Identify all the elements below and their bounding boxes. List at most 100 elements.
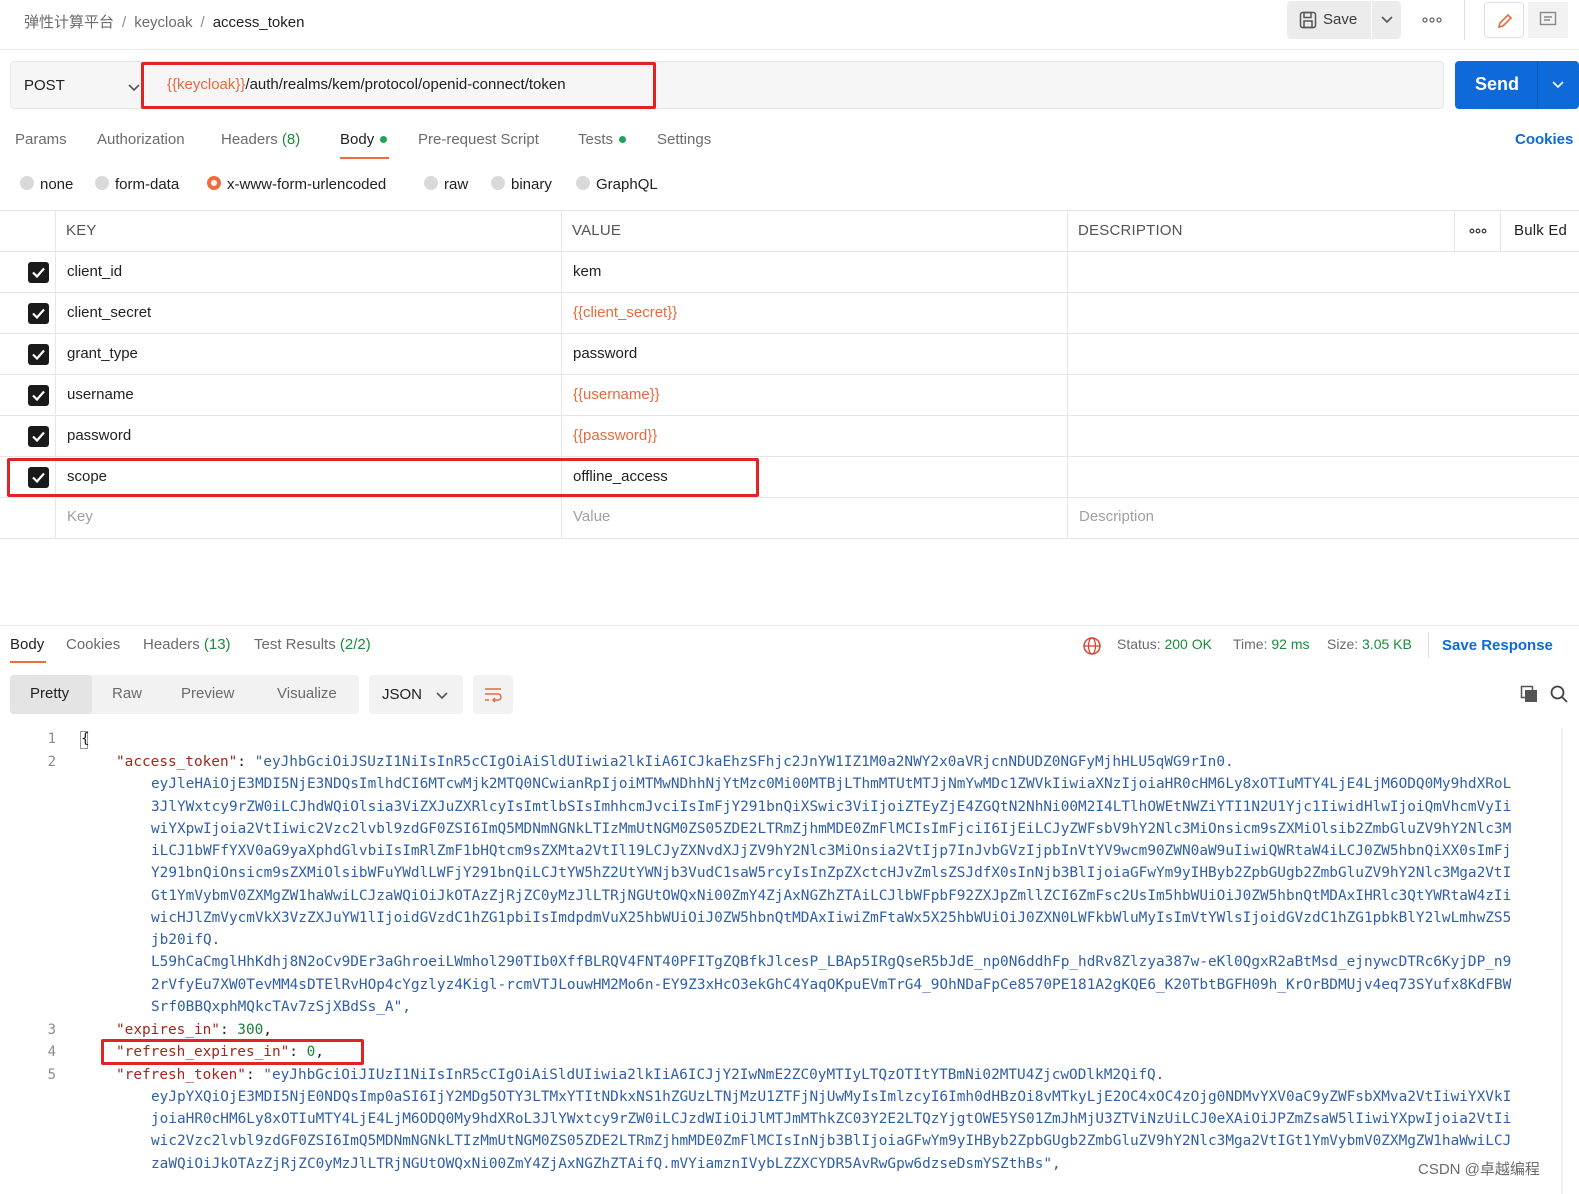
param-value[interactable]: {{client_secret}} bbox=[573, 304, 677, 321]
wrap-lines-button[interactable] bbox=[473, 675, 513, 714]
column-header-value: VALUE bbox=[572, 222, 622, 239]
divider bbox=[1371, 1, 1372, 39]
breadcrumb-request[interactable]: access_token bbox=[213, 14, 305, 31]
breadcrumb-separator: / bbox=[122, 14, 127, 31]
json-string: "eyJhbGciOiJIUzI1NiIsInR5cCIgOiAiSldUIiw… bbox=[263, 1067, 1165, 1083]
status-label: Status: bbox=[1117, 636, 1161, 652]
response-tab-headers-label: Headers bbox=[143, 636, 200, 653]
chevron-down-icon[interactable] bbox=[127, 80, 141, 98]
table-row bbox=[0, 415, 1579, 456]
more-options-icon[interactable] bbox=[1468, 224, 1488, 242]
chevron-down-icon[interactable] bbox=[1380, 12, 1394, 30]
response-size: Size: 3.05 KB bbox=[1327, 636, 1412, 652]
cookies-link[interactable]: Cookies bbox=[1515, 131, 1573, 148]
search-icon[interactable] bbox=[1549, 684, 1569, 708]
response-tab-tests-label: Test Results bbox=[254, 636, 336, 653]
row-checkbox[interactable] bbox=[28, 344, 49, 365]
code-line-wrap: 3JlYWxtcy9rZW0iLCJhdWQiOlsia3ViZXJuZXRlc… bbox=[151, 799, 1512, 815]
radio-graphql[interactable]: GraphQL bbox=[576, 176, 658, 193]
format-label: JSON bbox=[382, 686, 423, 703]
response-tab-headers-count: (13) bbox=[203, 636, 231, 653]
row-checkbox[interactable] bbox=[28, 426, 49, 447]
param-value[interactable]: password bbox=[573, 345, 637, 362]
param-key[interactable]: grant_type bbox=[67, 345, 138, 362]
json-colon: : bbox=[237, 754, 255, 770]
status-value: 200 OK bbox=[1164, 636, 1212, 652]
response-status: Status: 200 OK bbox=[1117, 636, 1212, 652]
param-key[interactable]: username bbox=[67, 386, 134, 403]
globe-network-icon[interactable] bbox=[1082, 636, 1102, 660]
param-key[interactable]: client_secret bbox=[67, 304, 151, 321]
view-visualize-button[interactable]: Visualize bbox=[277, 685, 337, 702]
status-dot bbox=[380, 135, 388, 143]
response-tab-test-results[interactable]: Test Results (2/2) bbox=[254, 636, 371, 653]
highlight-box bbox=[141, 62, 656, 109]
radio-label: x-www-form-urlencoded bbox=[227, 176, 387, 193]
new-description-input[interactable]: Description bbox=[1079, 508, 1154, 525]
row-checkbox[interactable] bbox=[28, 262, 49, 283]
row-checkbox[interactable] bbox=[28, 385, 49, 406]
column-divider bbox=[1067, 210, 1068, 538]
copy-icon[interactable] bbox=[1519, 684, 1539, 708]
tab-tests[interactable]: Tests bbox=[578, 131, 627, 148]
response-tab-cookies[interactable]: Cookies bbox=[66, 636, 120, 653]
radio-form-data[interactable]: form-data bbox=[95, 176, 179, 193]
response-tab-body[interactable]: Body bbox=[10, 636, 44, 653]
json-key: "expires_in" bbox=[116, 1022, 220, 1038]
line-number: 4 bbox=[47, 1044, 56, 1060]
save-response-button[interactable]: Save Response bbox=[1442, 637, 1553, 654]
response-body-code[interactable]: 1 { 2 "access_token": "eyJhbGciOiJSUzI1N… bbox=[0, 728, 1579, 1194]
tab-params[interactable]: Params bbox=[15, 131, 67, 148]
table-row bbox=[0, 333, 1579, 374]
table-row bbox=[0, 374, 1579, 415]
new-value-input[interactable]: Value bbox=[573, 508, 610, 525]
send-button[interactable]: Send bbox=[1455, 61, 1579, 109]
param-value[interactable]: {{password}} bbox=[573, 427, 657, 444]
param-key[interactable]: password bbox=[67, 427, 131, 444]
save-button[interactable]: Save bbox=[1287, 1, 1401, 39]
tab-body[interactable]: Body bbox=[340, 131, 388, 148]
view-pretty-button[interactable]: Pretty bbox=[30, 685, 69, 702]
format-select[interactable]: JSON bbox=[369, 675, 463, 714]
edit-button[interactable] bbox=[1484, 2, 1524, 38]
radio-urlencoded[interactable]: x-www-form-urlencoded bbox=[207, 176, 386, 193]
breadcrumb-workspace[interactable]: 弹性计算平台 bbox=[24, 14, 114, 31]
new-key-input[interactable]: Key bbox=[67, 508, 93, 525]
code-line: { bbox=[81, 731, 90, 747]
table-row bbox=[0, 251, 1579, 292]
method-select[interactable]: POST bbox=[24, 77, 65, 94]
radio-binary[interactable]: binary bbox=[491, 176, 552, 193]
radio-circle bbox=[576, 176, 590, 191]
code-line: "refresh_token": "eyJhbGciOiJIUzI1NiIsIn… bbox=[116, 1067, 1164, 1083]
view-raw-button[interactable]: Raw bbox=[112, 685, 142, 702]
param-key[interactable]: client_id bbox=[67, 263, 122, 280]
radio-label: none bbox=[40, 176, 74, 193]
comments-button[interactable] bbox=[1528, 2, 1568, 38]
tab-authorization[interactable]: Authorization bbox=[97, 131, 185, 148]
breadcrumb-collection[interactable]: keycloak bbox=[134, 14, 192, 31]
row-checkbox[interactable] bbox=[28, 303, 49, 324]
param-value[interactable]: {{username}} bbox=[573, 386, 660, 403]
divider bbox=[1428, 632, 1429, 658]
tab-tests-label: Tests bbox=[578, 131, 614, 148]
bulk-edit-link[interactable]: Bulk Ed bbox=[1514, 222, 1567, 239]
radio-none[interactable]: none bbox=[20, 176, 73, 193]
highlight-box bbox=[7, 458, 759, 497]
param-value[interactable]: kem bbox=[573, 263, 601, 280]
json-colon: : bbox=[219, 1022, 238, 1038]
radio-raw[interactable]: raw bbox=[424, 176, 468, 193]
tab-prerequest-script[interactable]: Pre-request Script bbox=[418, 131, 539, 148]
more-options-icon[interactable] bbox=[1421, 10, 1443, 30]
tab-headers[interactable]: Headers (8) bbox=[221, 131, 300, 148]
chevron-down-icon bbox=[435, 688, 449, 706]
response-tab-headers[interactable]: Headers (13) bbox=[143, 636, 231, 653]
view-preview-button[interactable]: Preview bbox=[181, 685, 234, 702]
radio-label: form-data bbox=[115, 176, 180, 193]
pencil-icon bbox=[1497, 13, 1513, 29]
tab-settings[interactable]: Settings bbox=[657, 131, 711, 148]
radio-circle bbox=[491, 176, 505, 191]
divider bbox=[1537, 61, 1538, 109]
chevron-down-icon[interactable] bbox=[1551, 77, 1565, 95]
code-line-wrap: wiYXpwIjoia2VtIiwic2Vzc2lvbl9zdGF0ZSI6Im… bbox=[151, 821, 1512, 837]
json-number: 300 bbox=[237, 1022, 264, 1038]
